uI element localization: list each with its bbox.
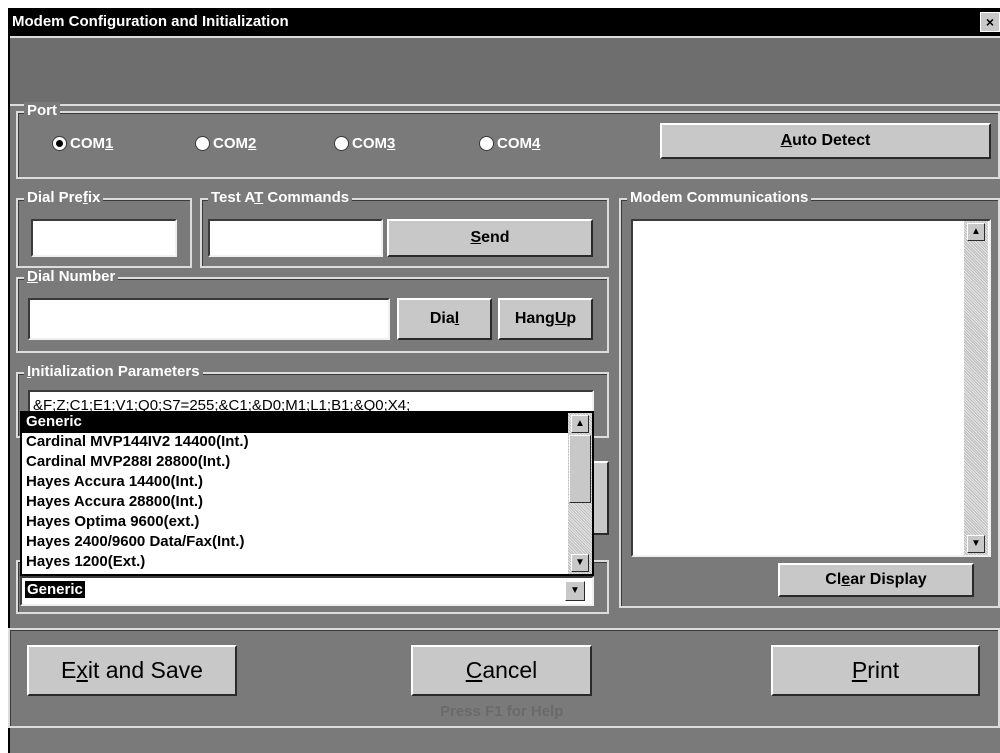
modem-comm-display — [631, 219, 991, 557]
modem-type-combo[interactable]: Generic — [20, 576, 594, 606]
dial-button[interactable]: Dia l — [397, 298, 492, 340]
toolbar-band — [10, 36, 1000, 106]
close-icon[interactable]: × — [980, 12, 1000, 32]
scroll-up-icon[interactable]: ▲ — [967, 223, 985, 241]
scroll-up-icon[interactable]: ▲ — [571, 415, 589, 433]
modem-comm-legend: Modem Communications — [627, 189, 812, 207]
port-legend: Port — [24, 102, 60, 120]
send-button[interactable]: Send — [387, 219, 593, 257]
scroll-down-icon[interactable]: ▼ — [967, 535, 985, 553]
list-item[interactable]: Hayes 2400/9600 Data/Fax(Int.) — [22, 533, 592, 553]
cancel-button[interactable]: Cancel — [411, 645, 592, 696]
list-item[interactable]: Hayes Accura 28800(Int.) — [22, 493, 592, 513]
list-item[interactable]: Hayes Accura 14400(Int.) — [22, 473, 592, 493]
test-at-legend: Test AT Commands — [208, 189, 353, 207]
window-title: Modem Configuration and Initialization — [12, 13, 289, 30]
combo-dropdown-icon[interactable]: ▼ — [565, 581, 585, 601]
radio-com3[interactable]: COM 3 — [334, 133, 395, 153]
radio-com2[interactable]: COM 2 — [195, 133, 256, 153]
scroll-thumb[interactable] — [569, 435, 591, 503]
list-item[interactable]: Generic — [22, 413, 592, 433]
combo-value: Generic — [25, 581, 85, 598]
scroll-down-icon[interactable]: ▼ — [571, 554, 589, 572]
help-hint: Press F1 for Help — [440, 703, 564, 720]
exit-and-save-button[interactable]: Ex it and Save — [27, 645, 237, 696]
hang-up-button[interactable]: Hang Up — [498, 298, 593, 340]
radio-com1[interactable]: COM 1 — [52, 133, 113, 153]
list-item[interactable]: Cardinal MVP144IV2 14400(Int.) — [22, 433, 592, 453]
radio-dot-icon — [195, 135, 210, 151]
modem-type-dropdown-list[interactable]: Generic Cardinal MVP144IV2 14400(Int.) C… — [20, 411, 594, 576]
print-button[interactable]: Print — [771, 645, 980, 696]
list-item[interactable]: Hayes 1200(Ext.) — [22, 553, 592, 573]
dropdown-scrollbar[interactable]: ▲ ▼ — [568, 413, 592, 574]
radio-dot-icon — [334, 135, 349, 151]
list-item[interactable]: Cardinal MVP288I 28800(Int.) — [22, 453, 592, 473]
modem-comm-scrollbar[interactable]: ▲ ▼ — [964, 221, 988, 555]
title-bar: Modem Configuration and Initialization × — [10, 8, 1000, 36]
dial-prefix-input[interactable] — [31, 219, 177, 257]
dial-number-input[interactable] — [28, 298, 390, 340]
init-params-legend: Initialization Parameters — [24, 363, 203, 381]
clear-display-button[interactable]: Cl e ar Display — [778, 563, 974, 597]
dial-prefix-legend: Dial Prefix — [24, 189, 104, 207]
list-item[interactable]: Hayes Optima 9600(ext.) — [22, 513, 592, 533]
at-command-input[interactable] — [208, 219, 383, 257]
auto-detect-button[interactable]: Auto Detect — [660, 123, 991, 159]
dial-number-legend: Dial Number — [24, 268, 119, 286]
radio-com4[interactable]: COM 4 — [479, 133, 540, 153]
radio-dot-icon — [52, 135, 67, 151]
radio-dot-icon — [479, 135, 494, 151]
